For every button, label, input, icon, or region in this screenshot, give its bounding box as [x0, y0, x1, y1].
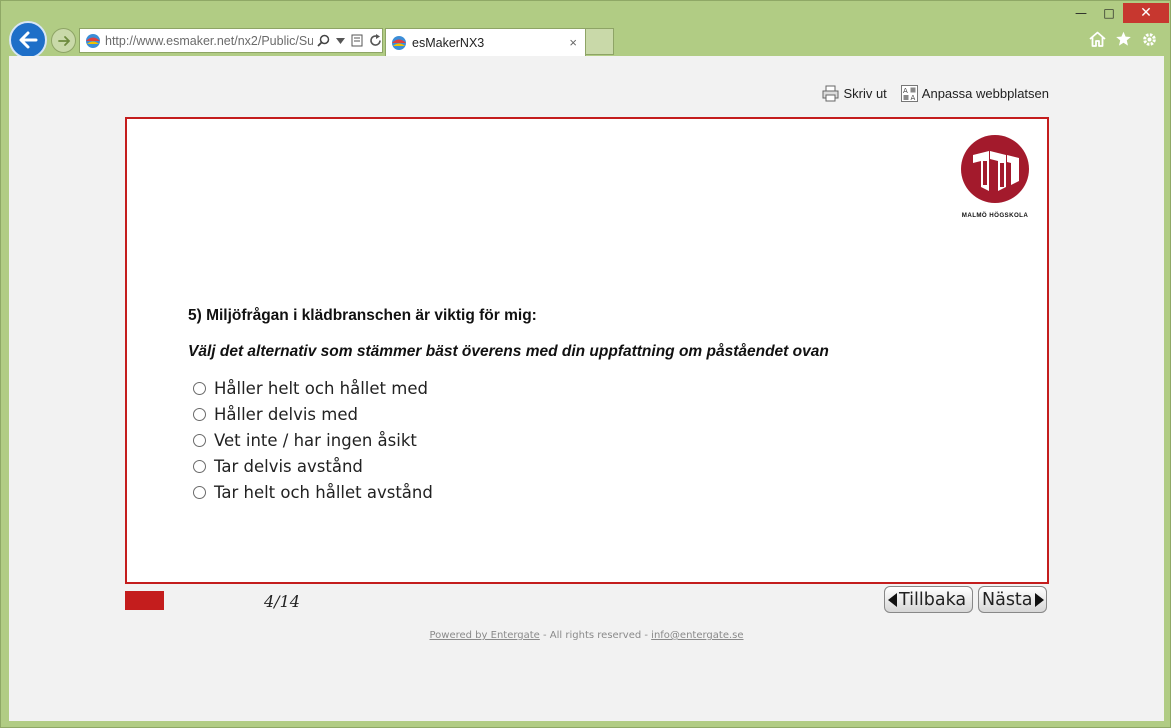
printer-icon — [822, 85, 839, 102]
compatibility-view-icon[interactable] — [351, 34, 363, 47]
answer-option[interactable]: Tar delvis avstånd — [193, 454, 433, 480]
print-label[interactable]: Skriv ut — [843, 86, 886, 101]
forward-button[interactable] — [51, 28, 76, 53]
survey-panel: MALMÖ HÖGSKOLA 5) Miljöfrågan i klädbran… — [125, 117, 1049, 584]
print-link[interactable]: Skriv ut — [822, 85, 887, 102]
logo-text: MALMÖ HÖGSKOLA — [961, 212, 1029, 219]
tab-close-icon[interactable]: × — [569, 35, 577, 50]
triangle-left-icon — [888, 592, 897, 607]
minimize-icon[interactable]: — — [1067, 3, 1095, 23]
progress-indicator — [125, 591, 164, 610]
tab-title: esMakerNX3 — [412, 35, 485, 50]
triangle-right-icon — [1034, 592, 1044, 607]
university-logo-icon — [961, 135, 1029, 203]
search-icon[interactable] — [317, 34, 330, 47]
page-footer: Powered by Entergate - All rights reserv… — [9, 630, 1164, 641]
browser-window: — □ ✕ http://www.esmaker.net/nx2/Public/… — [0, 0, 1171, 728]
next-survey-button[interactable]: Nästa — [978, 586, 1047, 613]
answer-label[interactable]: Håller delvis med — [214, 405, 358, 424]
svg-text:A: A — [903, 87, 908, 95]
close-icon[interactable]: ✕ — [1123, 3, 1169, 23]
page-viewport: Skriv ut A A Anpassa webbplatsen MALMÖ H… — [9, 56, 1164, 721]
instruction-text: Välj det alternativ som stämmer bäst öve… — [188, 343, 829, 360]
back-button[interactable] — [9, 21, 47, 59]
answer-option[interactable]: Tar helt och hållet avstånd — [193, 480, 433, 506]
answer-option[interactable]: Håller delvis med — [193, 401, 433, 427]
address-bar[interactable]: http://www.esmaker.net/nx2/Public/Su — [79, 28, 383, 53]
refresh-icon[interactable] — [369, 34, 382, 47]
favorites-icon[interactable] — [1114, 30, 1132, 48]
arrow-left-icon — [19, 31, 38, 49]
url-text[interactable]: http://www.esmaker.net/nx2/Public/Su — [105, 34, 313, 48]
email-link[interactable]: info@entergate.se — [651, 630, 743, 641]
customize-site-link[interactable]: A A Anpassa webbplatsen — [900, 85, 1049, 102]
svg-text:A: A — [910, 94, 915, 102]
home-icon[interactable] — [1088, 30, 1106, 48]
question-text: 5) Miljöfrågan i klädbranschen är viktig… — [188, 307, 537, 324]
answer-label[interactable]: Håller helt och hållet med — [214, 379, 428, 398]
radio-button[interactable] — [193, 381, 206, 395]
site-favicon-icon — [86, 33, 100, 48]
answer-option[interactable]: Håller helt och hållet med — [193, 375, 433, 401]
site-favicon-icon — [392, 35, 406, 50]
page-toolbar: Skriv ut A A Anpassa webbplatsen — [822, 85, 1049, 102]
new-tab-button[interactable] — [586, 28, 614, 55]
back-survey-label[interactable]: Tillbaka — [899, 590, 966, 610]
radio-button[interactable] — [193, 433, 206, 447]
browser-commands — [1088, 30, 1158, 48]
answer-option[interactable]: Vet inte / har ingen åsikt — [193, 427, 433, 453]
radio-button[interactable] — [193, 460, 206, 474]
accessibility-settings-icon: A A — [900, 85, 918, 102]
tools-icon[interactable] — [1140, 30, 1158, 48]
answer-label[interactable]: Vet inte / har ingen åsikt — [214, 431, 417, 450]
answer-label[interactable]: Tar delvis avstånd — [214, 457, 363, 476]
next-survey-label[interactable]: Nästa — [982, 590, 1033, 610]
powered-by-link[interactable]: Powered by Entergate — [429, 630, 539, 641]
page-counter: 4/14 — [264, 592, 300, 611]
back-survey-button[interactable]: Tillbaka — [884, 586, 973, 613]
radio-button[interactable] — [193, 486, 206, 500]
malmo-hogskola-logo: MALMÖ HÖGSKOLA — [959, 133, 1031, 219]
chevron-down-icon[interactable] — [336, 37, 345, 44]
tab-esmaker[interactable]: esMakerNX3 × — [385, 28, 586, 56]
arrow-right-icon — [57, 35, 70, 46]
rights-text: - All rights reserved - — [539, 630, 652, 641]
customize-label[interactable]: Anpassa webbplatsen — [922, 86, 1049, 101]
answer-options: Håller helt och hållet med Håller delvis… — [193, 375, 433, 506]
maximize-icon[interactable]: □ — [1095, 3, 1123, 23]
radio-button[interactable] — [193, 407, 206, 421]
window-controls: — □ ✕ — [1067, 3, 1169, 23]
answer-label[interactable]: Tar helt och hållet avstånd — [214, 483, 433, 502]
